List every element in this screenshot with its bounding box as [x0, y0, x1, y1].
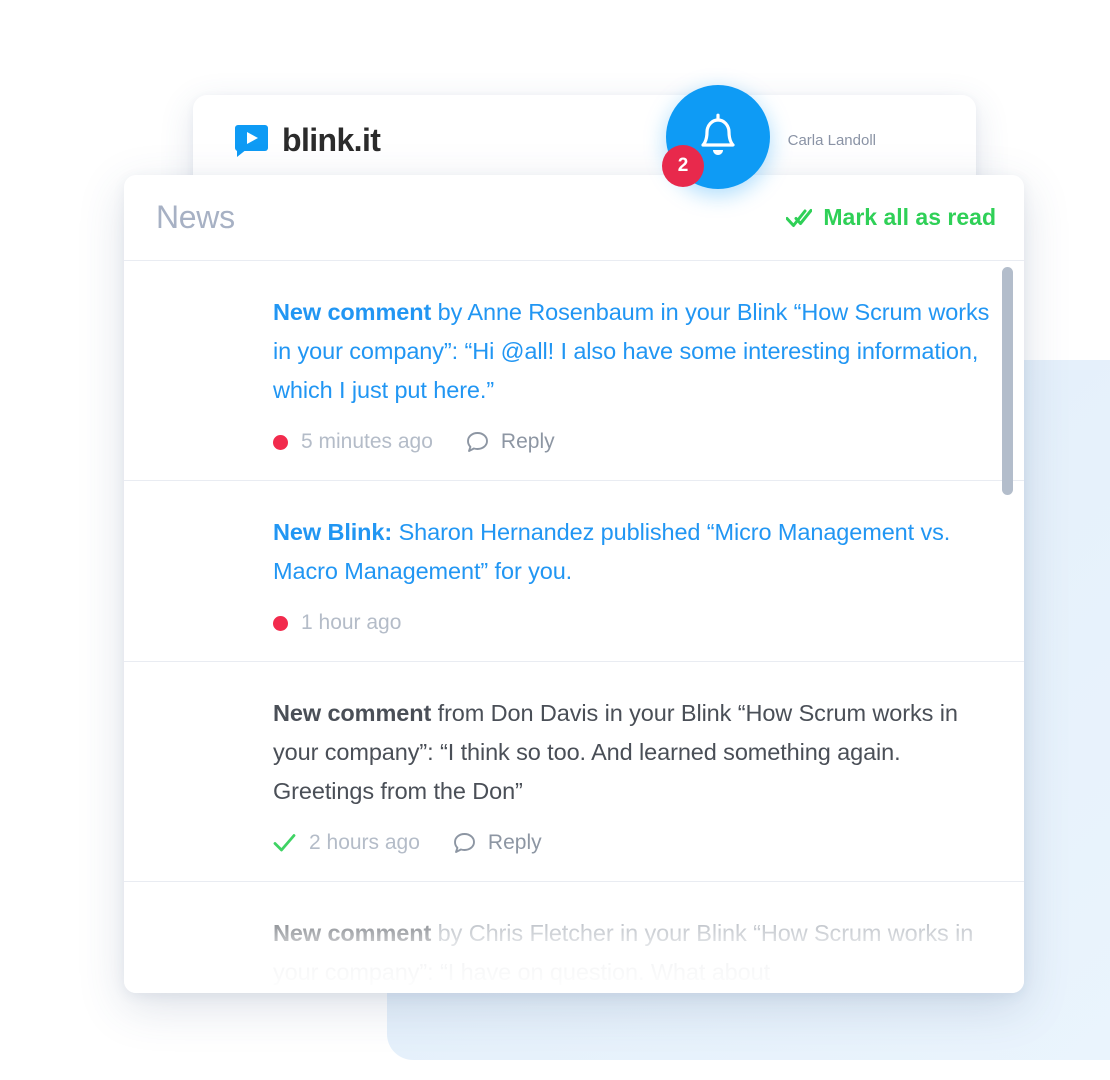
list-item-text: New comment by Anne Rosenbaum in your Bl… [273, 293, 990, 410]
mark-all-as-read-label: Mark all as read [823, 204, 996, 230]
reply-button[interactable]: Reply [452, 831, 542, 855]
scrollbar-thumb[interactable] [1002, 267, 1013, 495]
news-dropdown-panel: News Mark all as read New comment by Ann… [124, 175, 1024, 993]
list-item-text: New Blink: Sharon Hernandez published “M… [273, 513, 990, 591]
list-item-text: New comment from Don Davis in your Blink… [273, 694, 990, 811]
avatar [156, 694, 245, 783]
list-item[interactable]: New comment from Don Davis in your Blink… [124, 662, 1024, 882]
mark-all-as-read-button[interactable]: Mark all as read [786, 204, 996, 231]
bell-icon [701, 113, 735, 155]
app-logo[interactable]: blink.it [235, 121, 381, 159]
timestamp: 2 hours ago [309, 831, 420, 854]
app-logo-text: blink.it [282, 121, 381, 158]
scrollbar[interactable] [1002, 267, 1013, 907]
reply-label: Reply [500, 430, 555, 453]
double-check-icon [786, 208, 813, 227]
play-bubble-icon [235, 124, 268, 157]
list-item[interactable]: New comment by Anne Rosenbaum in your Bl… [124, 261, 1024, 481]
avatar [156, 293, 245, 382]
avatar [156, 914, 245, 993]
read-check-icon [273, 833, 297, 853]
list-item-meta: 2 hours ago Reply [273, 831, 990, 855]
notification-count-badge: 2 [662, 145, 704, 187]
unread-dot-icon [273, 434, 288, 450]
news-panel-header: News Mark all as read [124, 175, 1024, 261]
list-item[interactable]: New Blink: Sharon Hernandez published “M… [124, 481, 1024, 662]
unread-dot-icon [273, 615, 288, 631]
reply-label: Reply [487, 831, 542, 854]
page-title: News [156, 199, 235, 235]
avatar [156, 513, 245, 602]
user-name-label: Carla Landoll [787, 131, 876, 149]
list-item-lead: New Blink: [273, 519, 393, 545]
list-item-meta: 1 hour ago [273, 611, 990, 635]
reply-button[interactable]: Reply [465, 430, 555, 454]
timestamp: 1 hour ago [301, 611, 402, 634]
comment-bubble-icon [466, 432, 488, 452]
list-item-text: New comment by Chris Fletcher in your Bl… [273, 914, 990, 992]
list-item-lead: New comment [273, 299, 432, 325]
news-list: New comment by Anne Rosenbaum in your Bl… [124, 261, 1024, 993]
list-item-meta: 5 minutes ago Reply [273, 430, 990, 454]
list-item-lead: New comment [273, 700, 432, 726]
list-item[interactable]: New comment by Chris Fletcher in your Bl… [124, 882, 1024, 993]
timestamp: 5 minutes ago [301, 430, 433, 453]
comment-bubble-icon [453, 833, 475, 853]
list-item-lead: New comment [273, 920, 432, 946]
notifications-bell-button[interactable]: 2 [662, 85, 770, 189]
